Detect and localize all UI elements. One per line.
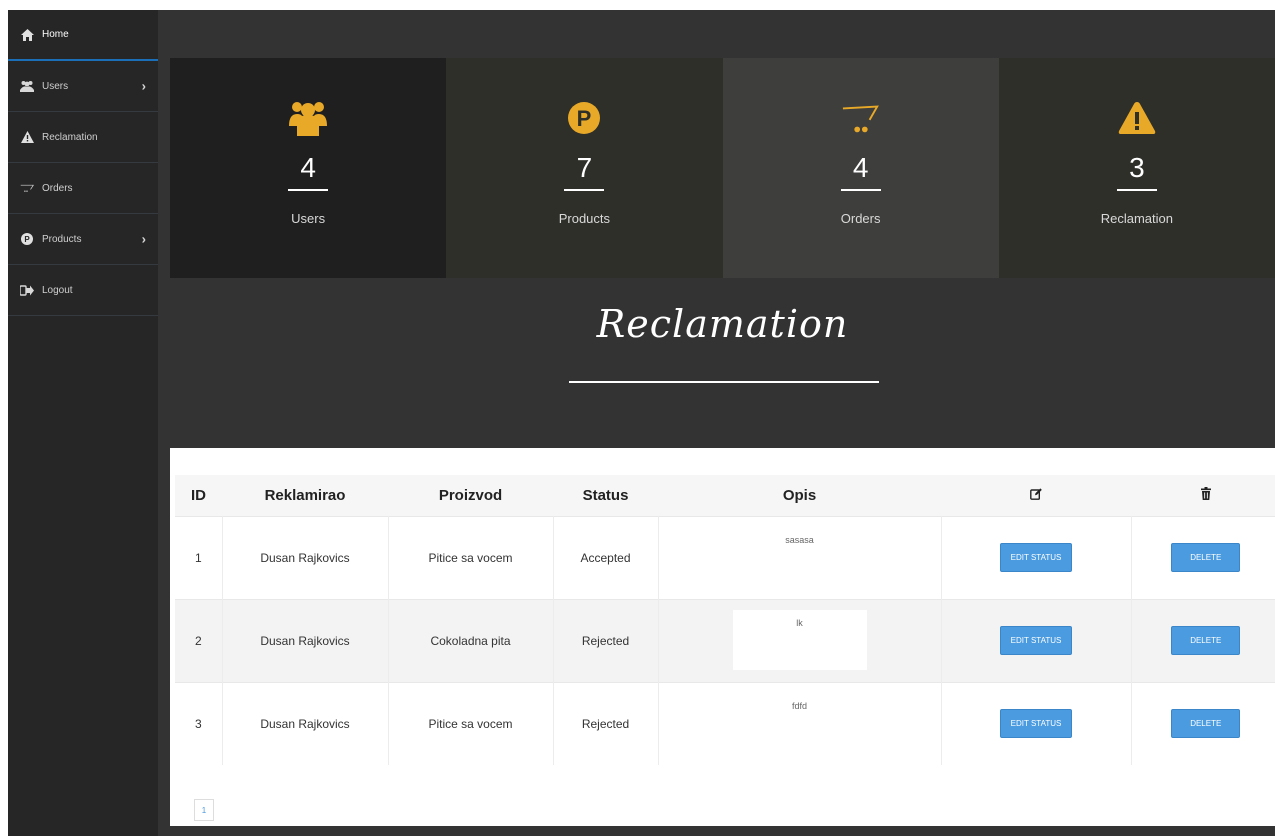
cell-reklamirao: Dusan Rajkovics — [222, 682, 389, 765]
cell-status: Rejected — [553, 599, 659, 682]
warning-icon — [1117, 98, 1157, 138]
app-frame: Home Users › Reclamation Orders P Produc… — [8, 10, 1275, 836]
column-header-status: Status — [582, 486, 629, 504]
table-row: 1 Dusan Rajkovics Pitice sa vocem Accept… — [175, 516, 1275, 599]
delete-button[interactable]: DELETE — [1171, 709, 1241, 739]
cell-proizvod: Cokoladna pita — [388, 599, 554, 682]
title-underline — [569, 381, 879, 383]
stat-tile-users[interactable]: 4 Users — [170, 58, 447, 278]
edit-icon — [1030, 487, 1042, 504]
sidebar-item-users[interactable]: Users › — [8, 61, 158, 112]
table-header-row: ID Reklamirao Proizvod Status Opis — [175, 475, 1275, 516]
stat-label: Products — [558, 211, 611, 226]
edit-status-button[interactable]: EDIT STATUS — [999, 543, 1073, 572]
cell-opis: fdfd — [658, 682, 942, 765]
stat-tile-products[interactable]: P 7 Products — [446, 58, 723, 278]
sidebar-item-label: Home — [42, 29, 69, 40]
cell-edit: EDIT STATUS — [941, 599, 1132, 682]
cell-id: 1 — [175, 516, 223, 599]
stat-label: Orders — [840, 211, 881, 226]
delete-button[interactable]: DELETE — [1171, 543, 1241, 572]
cell-edit: EDIT STATUS — [941, 682, 1132, 765]
cell-proizvod: Pitice sa vocem — [388, 516, 554, 599]
table-row: 3 Dusan Rajkovics Pitice sa vocem Reject… — [175, 682, 1275, 765]
stat-count: 3 — [1129, 152, 1145, 183]
cell-delete: DELETE — [1131, 516, 1275, 599]
column-header-delete — [1131, 475, 1275, 516]
sidebar-item-reclamation[interactable]: Reclamation — [8, 112, 158, 163]
column-header-opis: Opis — [782, 486, 817, 504]
delete-button[interactable]: DELETE — [1171, 626, 1241, 655]
sidebar-item-label: Orders — [42, 182, 73, 194]
stat-label: Users — [291, 211, 326, 226]
cell-edit: EDIT STATUS — [941, 516, 1132, 599]
trash-icon — [1200, 486, 1211, 504]
cart-icon — [841, 98, 881, 138]
column-header-proizvod: Proizvod — [438, 486, 503, 504]
cell-opis: lk — [658, 599, 942, 682]
sidebar-item-label: Products — [42, 233, 82, 245]
stat-count: 4 — [300, 152, 316, 183]
cell-reklamirao: Dusan Rajkovics — [222, 599, 389, 682]
sidebar: Home Users › Reclamation Orders P Produc… — [8, 10, 158, 836]
sidebar-item-logout[interactable]: Logout — [8, 265, 158, 316]
users-icon — [288, 98, 328, 138]
reclamation-table-card: ID Reklamirao Proizvod Status Opis 1 Dus… — [170, 448, 1275, 826]
stat-count: 4 — [852, 152, 869, 183]
divider — [840, 189, 881, 191]
logout-icon — [20, 283, 34, 297]
chevron-right-icon: › — [141, 231, 146, 247]
cell-delete: DELETE — [1131, 682, 1275, 765]
cart-icon — [20, 181, 34, 195]
edit-status-button[interactable]: EDIT STATUS — [999, 709, 1073, 739]
sidebar-item-label: Logout — [42, 284, 73, 296]
stat-label: Reclamation — [1100, 211, 1173, 226]
sidebar-item-home[interactable]: Home — [8, 10, 158, 61]
cell-id: 2 — [175, 599, 223, 682]
cell-proizvod: Pitice sa vocem — [388, 682, 554, 765]
product-p-icon: P — [20, 232, 34, 246]
divider — [564, 189, 605, 191]
sidebar-item-label: Users — [42, 80, 69, 92]
sidebar-item-orders[interactable]: Orders — [8, 163, 158, 214]
table-row: 2 Dusan Rajkovics Cokoladna pita Rejecte… — [175, 599, 1275, 682]
cell-status: Accepted — [553, 516, 659, 599]
edit-status-button[interactable]: EDIT STATUS — [999, 626, 1073, 655]
product-p-icon: P — [564, 98, 604, 138]
users-icon — [20, 79, 34, 93]
chevron-right-icon: › — [141, 78, 146, 94]
reclamation-table: ID Reklamirao Proizvod Status Opis 1 Dus… — [175, 475, 1275, 765]
stats-row: 4 Users P 7 Products 4 Orders 3 Reclamat… — [170, 58, 1275, 278]
divider — [288, 189, 329, 191]
pagination-page-button[interactable]: 1 — [194, 799, 214, 821]
cell-delete: DELETE — [1131, 599, 1275, 682]
cell-opis: sasasa — [658, 516, 942, 599]
column-header-id: ID — [191, 486, 206, 504]
cell-status: Rejected — [553, 682, 659, 765]
cell-reklamirao: Dusan Rajkovics — [222, 516, 389, 599]
page-title: Reclamation — [596, 302, 849, 346]
home-icon — [20, 28, 34, 42]
sidebar-item-label: Reclamation — [42, 131, 98, 143]
stat-count: 7 — [576, 152, 593, 183]
column-header-edit — [941, 475, 1131, 516]
svg-text:P: P — [24, 235, 30, 244]
stat-tile-orders[interactable]: 4 Orders — [722, 58, 999, 278]
divider — [1116, 189, 1157, 191]
column-header-reklamirao: Reklamirao — [264, 486, 346, 504]
opis-textbox[interactable]: lk — [732, 609, 867, 670]
sidebar-item-products[interactable]: P Products › — [8, 214, 158, 265]
svg-text:P: P — [577, 106, 592, 131]
warning-icon — [20, 130, 34, 144]
stat-tile-reclamation[interactable]: 3 Reclamation — [998, 58, 1275, 278]
cell-id: 3 — [175, 682, 223, 765]
